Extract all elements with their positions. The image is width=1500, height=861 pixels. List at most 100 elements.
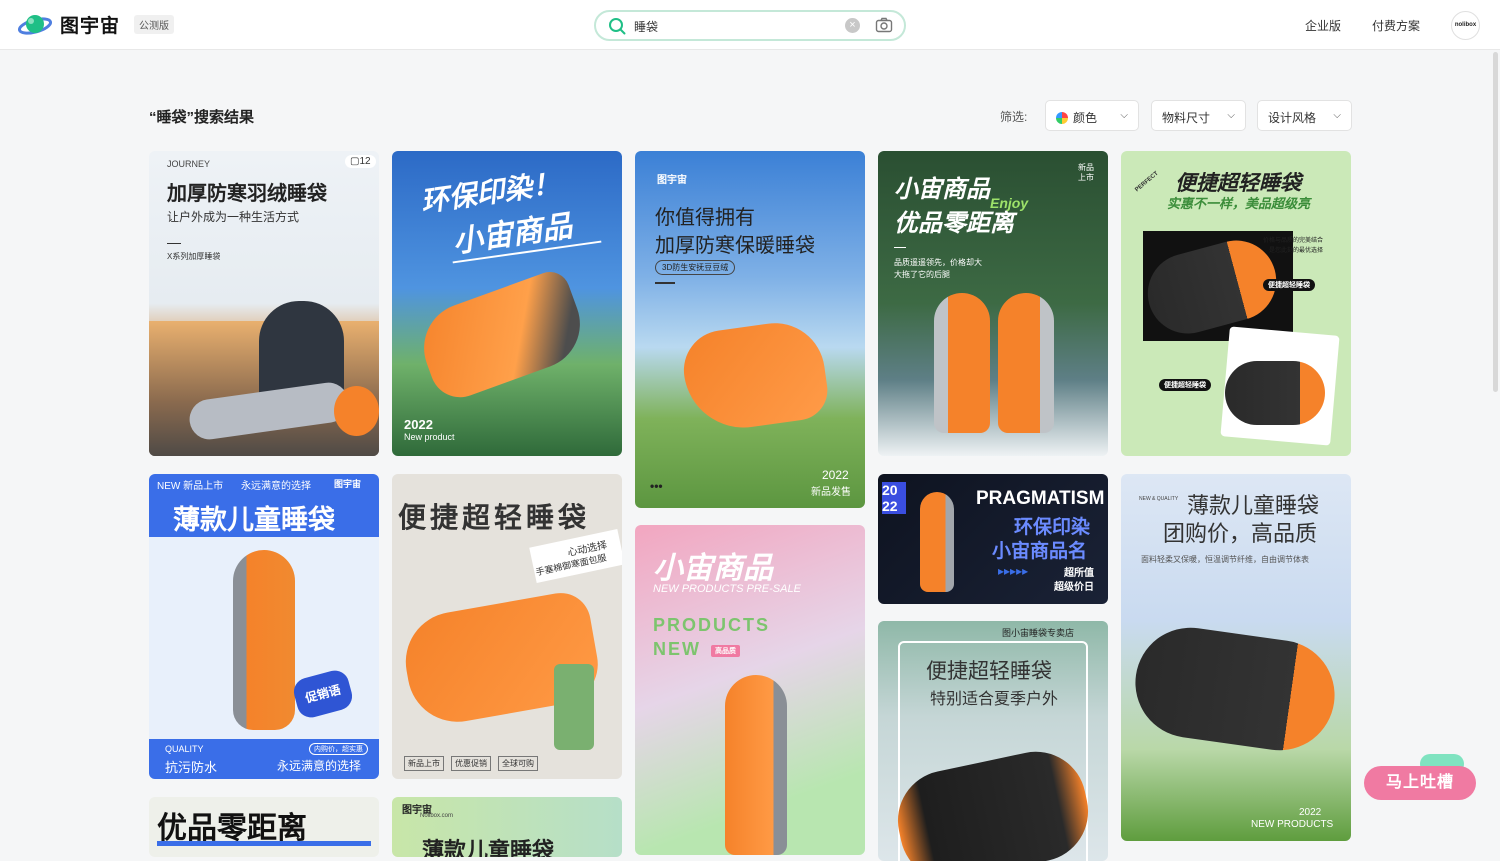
filter-style[interactable]: 设计风格 ⌵ [1257,100,1352,131]
template-card[interactable]: 环保印染！ 小宙商品 2022 New product [392,151,622,456]
template-card[interactable]: 图小宙睡袋专卖店 便捷超轻睡袋 特别适合夏季户外 [878,621,1108,861]
sleeping-bag-photo [1225,361,1325,425]
sleeping-bag-photo [233,550,295,730]
page-count-badge: ▢12 [345,155,376,168]
clear-search-icon[interactable]: × [845,18,860,33]
chevron-down-icon: ⌵ [1227,110,1235,121]
template-card[interactable]: 20 22 PRAGMATISM 环保印染 小宙商品名 ▸▸▸▸▸ 超所值 超级… [878,474,1108,604]
page-title: “睡袋”搜索结果 [149,109,255,126]
more-options-icon[interactable]: ••• [650,479,663,493]
card-subtitle: 小宙商品名 [992,541,1088,562]
card-title: PRAGMATISM [976,488,1105,509]
template-card[interactable]: 便捷超轻睡袋 心动选择 手塞棉御寒面包服 新品上市 优惠促销 全球可购 [392,474,622,779]
color-wheel-icon [1056,112,1068,124]
card-title: 薄款儿童睡袋 [173,505,335,535]
product-badge: 便捷超轻睡袋 [1159,379,1211,391]
enterprise-link[interactable]: 企业版 [1305,17,1341,34]
sleeping-bag-photo [725,675,787,855]
card-label: Nolibox.com [420,813,454,819]
brand-label: 图宇宙 [334,479,362,489]
card-label: NEW 新品上市 [157,481,224,492]
orange-bag [334,386,379,436]
card-title: 便捷超轻睡袋 [398,502,591,533]
template-card[interactable]: JOURNEY ▢12 加厚防寒羽绒睡袋 让户外成为一种生活方式 X系列加厚睡袋 [149,151,379,456]
tag: 优惠促销 [451,756,491,771]
template-card[interactable]: 图宇宙 你值得拥有 加厚防寒保暖睡袋 3D防生安抚豆豆绒 2022 新品发售 •… [635,151,865,508]
scrollbar[interactable] [1493,52,1498,392]
card-label: PRODUCTS [653,615,771,635]
card-label: NEW & QUALITY [1139,496,1179,502]
year-label: 2022 [404,417,433,432]
card-tagline: 永远满意的选择 [277,759,362,773]
camera-search-icon[interactable] [875,16,893,34]
card-label: 超级价日 [1054,582,1094,593]
brand-label: 图宇宙 [657,175,687,186]
avatar[interactable]: nolibox [1451,11,1480,40]
divider [894,247,906,248]
filter-style-label: 设计风格 [1268,111,1317,125]
store-label: 图小宙睡袋专卖店 [1002,628,1075,638]
search-bar[interactable]: × [594,10,906,41]
beta-badge: 公测版 [134,15,175,34]
divider [655,282,675,284]
logo[interactable]: 图宇宙 公测版 [18,11,175,38]
card-subtitle: NEW PRODUCTS PRE-SALE [653,583,801,595]
search-input[interactable] [634,17,834,35]
chevron-down-icon: ⌵ [1333,110,1341,121]
card-label: NEW [653,639,701,659]
page-count: 12 [359,156,371,167]
card-subtitle: 环保印染 [1014,517,1091,538]
filter-color-label: 颜色 [1073,111,1098,125]
planet-logo-icon [18,14,52,35]
card-label: 新品上市 [1078,163,1094,182]
template-card[interactable]: 便捷超轻睡袋 实惠不一样，美品超级亮 PERFECT 价格与品质的完美结合 是您… [1121,151,1351,456]
template-card[interactable]: 优品零距离 [149,797,379,857]
card-title: 加厚防寒羽绒睡袋 [167,183,327,205]
card-title: 小宙商品 [653,552,773,585]
search-icon [609,18,626,35]
quality-label: QUALITY [165,744,204,754]
sleeping-bag-photo [920,492,954,592]
template-card[interactable]: NEW 新品上市 永远满意的选择 图宇宙 薄款儿童睡袋 促销语 QUALITY … [149,474,379,779]
card-label: 永远满意的选择 [241,481,311,492]
top-header: 图宇宙 公测版 × 企业版 付费方案 nolibox [0,0,1500,50]
filter-label: 筛选: [1000,110,1028,124]
price-pill: 内购价，超实惠 [309,743,368,755]
sleeping-bag-photo [1128,620,1342,758]
template-card[interactable]: 小宙商品 优品零距离 Enjoy 新品上市 品质遥遥领先，价格却大 大拖了它的后… [878,151,1108,456]
year-label: 20 22 [882,482,906,514]
template-card[interactable]: NEW & QUALITY 薄款儿童睡袋 团购价，高品质 面料轻柔又保暖，恒温调… [1121,474,1351,841]
tag: 全球可购 [498,756,538,771]
template-card[interactable]: 小宙商品 NEW PRODUCTS PRE-SALE PRODUCTS NEW … [635,525,865,855]
pricing-link[interactable]: 付费方案 [1372,17,1420,34]
card-label: Enjoy [990,195,1029,211]
card-desc: 大拖了它的后腿 [894,270,950,279]
filter-size[interactable]: 物料尺寸 ⌵ [1151,100,1246,131]
tag: 新品上市 [404,756,444,771]
card-subtitle: 加厚防寒保暖睡袋 [655,235,815,257]
plant-illustration [554,664,594,750]
template-card[interactable]: 图宇宙 Nolibox.com 薄款儿童睡袋 [392,797,622,857]
sleeping-bag-photo [998,293,1054,433]
promo-badge: 促销语 [290,667,356,721]
product-badge: 便捷超轻睡袋 [1263,279,1315,291]
card-subtitle: 团购价，高品质 [1163,521,1318,546]
filter-color[interactable]: 颜色 ⌵ [1045,100,1139,131]
card-note: 是您此刻的最优选择 [1269,248,1324,254]
card-desc: 品质遥遥领先，价格却大 [894,258,982,267]
card-title: 你值得拥有 [655,207,755,229]
card-label: PERFECT [1134,170,1160,194]
feedback-button[interactable]: 马上吐槽 [1364,766,1476,800]
arrows-icon: ▸▸▸▸▸ [998,564,1029,578]
card-tagline: 抗污防水 [165,760,218,775]
sleeping-bag-photo [678,316,832,436]
card-subtitle: 让户外成为一种生活方式 [167,210,300,224]
year-label: 2022 [1299,807,1322,818]
card-note: X系列加厚睡袋 [167,252,221,261]
filter-size-label: 物料尺寸 [1162,111,1211,125]
chevron-down-icon: ⌵ [1120,110,1128,121]
card-subtitle: 实惠不一样，美品超级亮 [1167,196,1311,211]
card-label: 新品发售 [811,487,851,498]
card-desc: 面料轻柔又保暖，恒温调节纤维，自由调节体表 [1141,555,1309,564]
quality-badge: 高品质 [711,645,740,657]
